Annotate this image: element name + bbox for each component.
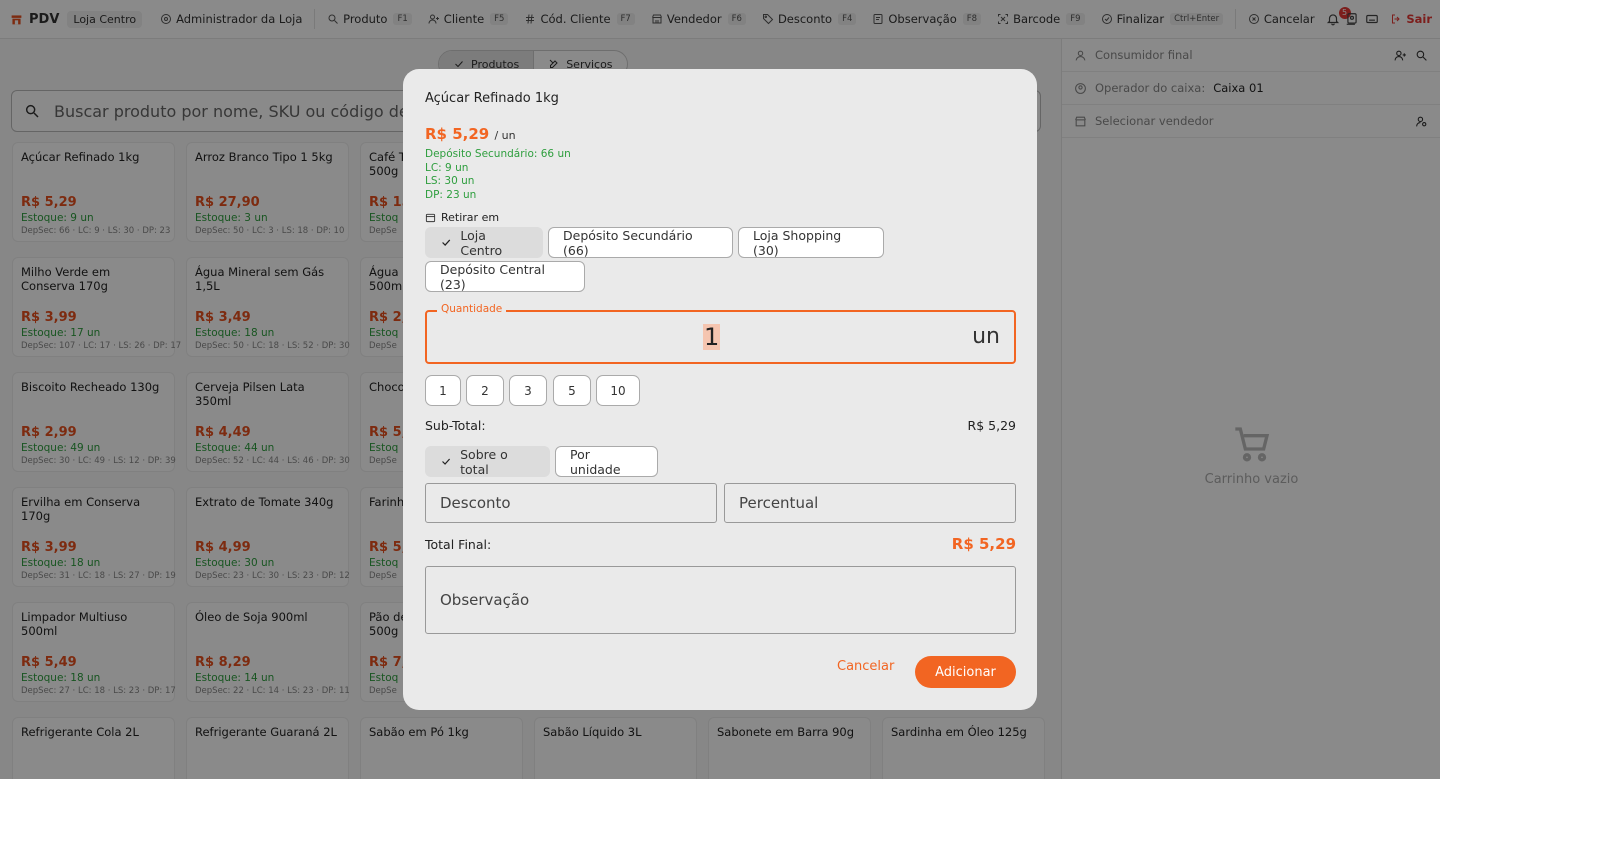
location-label: Loja Centro [460,227,503,258]
quick-qty-2[interactable]: 2 [466,375,504,406]
quick-qty-3[interactable]: 3 [509,375,547,406]
observation-field[interactable]: Observação [425,566,1016,634]
percent-field[interactable]: Percentual [724,483,1016,523]
unit-price: R$ 5,29 / un [425,125,516,143]
discount-placeholder: Desconto [440,494,511,512]
dialog-title: Açúcar Refinado 1kg [425,91,559,106]
stock-line: DP: 23 un [425,188,477,201]
quantity-value: 1 [703,323,721,351]
stock-line: LS: 30 un [425,175,475,187]
stock-breakdown: Depósito Secundário: 66 un LC: 9 un LS: … [425,148,571,202]
pickup-label: Retirar em [425,211,499,224]
location-label: Depósito Central (23) [440,261,545,292]
discount-mode-unit[interactable]: Por unidade [555,446,658,477]
add-product-dialog: Açúcar Refinado 1kg R$ 5,29 / un Depósit… [403,69,1037,710]
quick-qty-5[interactable]: 5 [553,375,591,406]
check-icon [442,458,451,465]
quantity-unit: un [972,324,1000,349]
check-icon [442,239,451,246]
location-deposito-secundario[interactable]: Depósito Secundário (66) [548,227,733,258]
total-row: Total Final: R$ 5,29 [425,535,1016,553]
unit-price-value: R$ 5,29 [425,125,490,143]
cancel-button[interactable]: Cancelar [833,655,898,678]
quick-qty-1[interactable]: 1 [425,375,461,406]
discount-mode-label: Sobre o total [460,446,508,477]
location-loja-shopping[interactable]: Loja Shopping (30) [738,227,884,258]
total-label: Total Final: [425,536,492,552]
stock-line: LC: 9 un [425,161,469,174]
unit-suffix: / un [494,129,516,142]
location-loja-centro[interactable]: Loja Centro [425,227,543,258]
pickup-label-text: Retirar em [441,211,500,224]
subtotal-label: Sub-Total: [425,418,486,433]
location-label: Loja Shopping (30) [753,227,842,258]
discount-mode-label: Por unidade [570,446,621,477]
percent-placeholder: Percentual [739,494,819,512]
discount-field[interactable]: Desconto [425,483,717,523]
stock-line: Depósito Secundário: 66 un [425,148,571,160]
pdv-app: PDV Loja Centro Administrador da Loja Pr… [0,0,1440,779]
calendar-icon [425,213,436,223]
total-value: R$ 5,29 [951,535,1016,553]
observation-placeholder: Observação [440,591,530,609]
quick-qty-10[interactable]: 10 [596,375,640,406]
subtotal-value: R$ 5,29 [967,418,1016,433]
discount-mode-total[interactable]: Sobre o total [425,446,550,477]
quantity-label: Quantidade [437,303,507,315]
add-button[interactable]: Adicionar [915,656,1016,688]
location-deposito-central[interactable]: Depósito Central (23) [425,261,585,292]
location-label: Depósito Secundário (66) [563,227,693,258]
subtotal-row: Sub-Total: R$ 5,29 [425,418,1016,433]
quantity-input[interactable]: Quantidade 1 un [425,303,1016,364]
